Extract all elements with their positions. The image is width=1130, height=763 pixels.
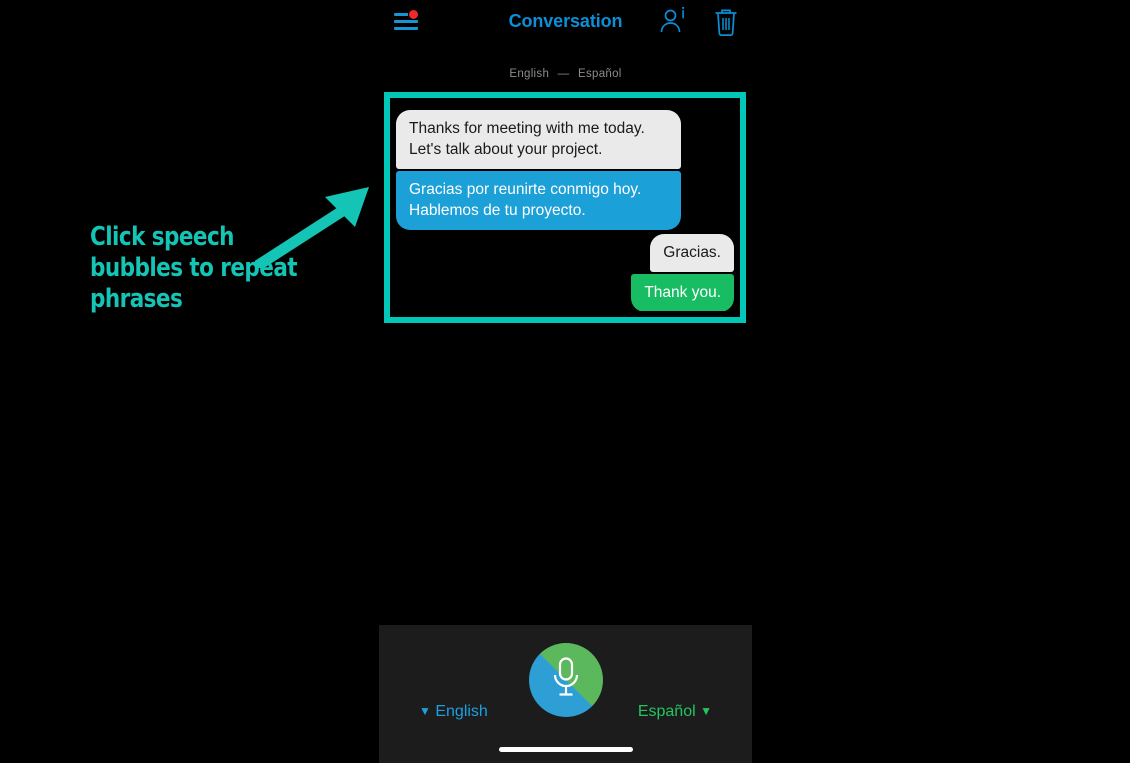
annotation-line-2: bubbles to repeat [90,253,298,283]
source-language-selector[interactable]: ▼ English [419,703,488,721]
chevron-down-icon: ▼ [419,704,431,718]
home-indicator[interactable] [498,747,633,752]
app-frame: Conversation English — Español Thanks fo… [379,0,752,763]
annotation-line-3: phrases [90,284,183,314]
microphone-record-button[interactable] [528,643,603,717]
conversation-panel-highlight: Thanks for meeting with me today. Let's … [384,92,746,323]
person-info-icon[interactable] [658,6,688,37]
table-row: Gracias por reunirte conmigo hoy. Hablem… [396,169,734,230]
speech-bubble-translation[interactable]: Gracias por reunirte conmigo hoy. Hablem… [396,171,681,230]
annotation-callout-text: Click speech bubbles to repeat phrases [90,222,366,315]
chevron-down-icon: ▼ [700,704,712,718]
table-row: Gracias. [396,234,734,272]
app-header: Conversation [379,0,752,44]
table-row: Thanks for meeting with me today. Let's … [396,110,734,169]
message-pair-outgoing: Gracias. Thank you. [396,234,734,311]
table-row: Thank you. [396,272,734,311]
speech-bubble-source[interactable]: Thanks for meeting with me today. Let's … [396,110,681,169]
bottom-control-bar: ▼ English Español ▼ [379,625,752,763]
speech-bubble-translation[interactable]: Thank you. [631,274,734,311]
target-language-selector[interactable]: Español ▼ [638,703,712,721]
source-language-label: English [435,703,488,720]
conversation-list[interactable]: Thanks for meeting with me today. Let's … [396,104,734,311]
language-pair-subtitle: English — Español [379,68,752,80]
microphone-icon [549,656,583,705]
subtitle-separator: — [557,68,570,80]
subtitle-source-language: English [509,68,550,80]
page-title: Conversation [508,11,623,31]
annotation-line-1: Click speech [90,222,235,252]
target-language-label: Español [637,703,696,720]
message-pair-incoming: Thanks for meeting with me today. Let's … [396,110,734,230]
annotation-arrow [254,183,380,271]
subtitle-target-language: Español [577,68,622,80]
speech-bubble-source[interactable]: Gracias. [650,234,734,272]
trash-icon[interactable] [712,7,740,37]
